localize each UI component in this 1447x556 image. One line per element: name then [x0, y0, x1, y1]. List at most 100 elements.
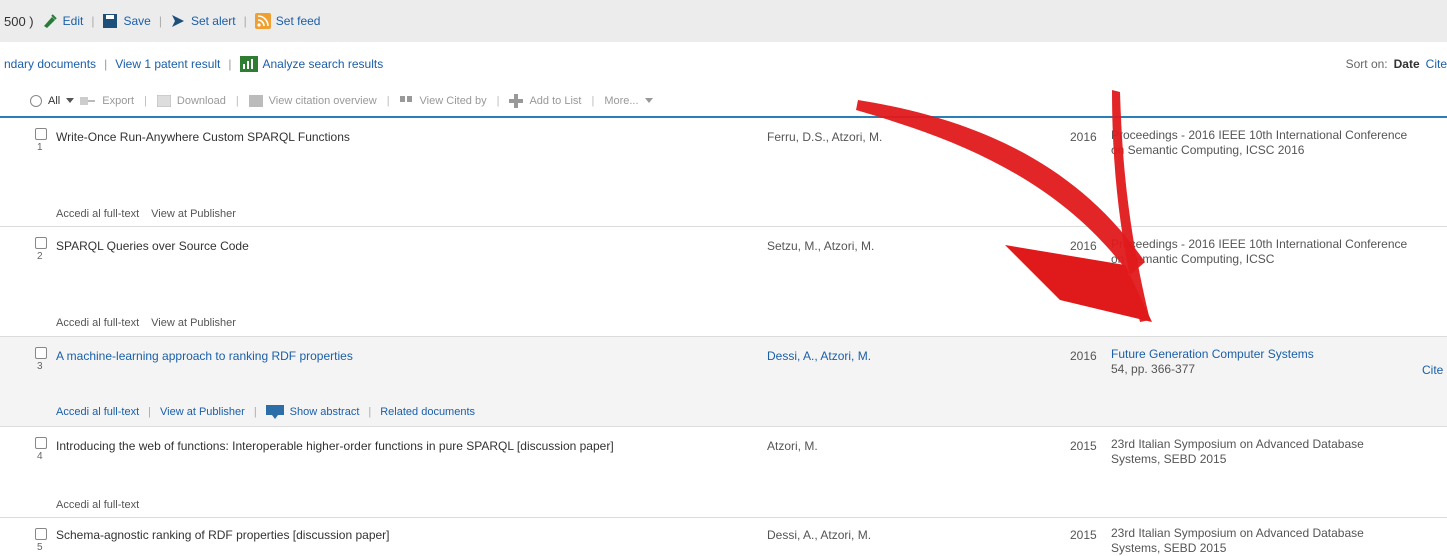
sort-label: Sort on: [1345, 57, 1388, 71]
analyze-icon [239, 56, 258, 72]
result-number: 4 [37, 451, 43, 462]
separator: | [368, 406, 372, 418]
rss-feed-icon [254, 13, 271, 29]
result-number: 2 [37, 251, 43, 262]
set-alert-button[interactable]: Set alert [170, 13, 236, 29]
result-title[interactable]: Introducing the web of functions: Intero… [56, 439, 614, 453]
separator: | [104, 57, 108, 71]
show-abstract-link[interactable]: Show abstract [290, 406, 360, 418]
set-feed-button[interactable]: Set feed [254, 13, 321, 29]
sort-option-date[interactable]: Date [1394, 57, 1420, 71]
result-authors[interactable]: Atzori, M. [767, 439, 818, 453]
full-text-link[interactable]: Accedi al full-text [56, 499, 139, 511]
edit-button[interactable]: Edit [42, 13, 84, 29]
result-actions: Accedi al full-text [56, 499, 139, 511]
result-authors[interactable]: Dessi, A., Atzori, M. [767, 349, 871, 363]
result-year: 2015 [1070, 528, 1097, 542]
separator: | [158, 14, 162, 28]
analyze-search-results-button[interactable]: Analyze search results [239, 56, 384, 72]
result-checkbox[interactable] [35, 347, 47, 359]
result-checkbox[interactable] [35, 237, 47, 249]
export-icon [80, 97, 96, 105]
cited-by-icon [399, 96, 412, 102]
view-at-publisher-link[interactable]: View at Publisher [151, 317, 236, 329]
result-number: 3 [37, 361, 43, 372]
citation-overview-icon [248, 95, 263, 107]
result-actions: Accedi al full-text | View at Publisher … [56, 405, 475, 419]
result-checkbox[interactable] [35, 528, 47, 540]
export-button[interactable]: Export [102, 95, 134, 107]
full-text-link[interactable]: Accedi al full-text [56, 208, 139, 220]
separator: | [235, 95, 239, 107]
result-checkbox[interactable] [35, 437, 47, 449]
result-number: 5 [37, 542, 43, 553]
chevron-down-icon[interactable] [66, 98, 75, 104]
download-icon [156, 95, 171, 107]
select-all-checkbox[interactable] [30, 95, 42, 107]
source-title-link[interactable]: Future Generation Computer Systems [1111, 347, 1411, 362]
result-authors[interactable]: Setzu, M., Atzori, M. [767, 239, 874, 253]
result-year: 2015 [1070, 439, 1097, 453]
save-button[interactable]: Save [102, 13, 151, 29]
separator: | [243, 14, 247, 28]
result-source[interactable]: 23rd Italian Symposium on Advanced Datab… [1111, 526, 1411, 556]
source-detail: 54, pp. 366-377 [1111, 362, 1196, 376]
separator: | [144, 95, 147, 107]
edit-label: Edit [62, 14, 84, 28]
save-icon [103, 14, 118, 28]
show-abstract-icon [265, 405, 284, 419]
edit-icon [43, 14, 57, 28]
result-row: 4 Introducing the web of functions: Inte… [0, 427, 1447, 518]
more-menu[interactable]: More... [604, 95, 638, 107]
result-title[interactable]: Write-Once Run-Anywhere Custom SPARQL Fu… [56, 130, 350, 144]
separator: | [253, 406, 257, 418]
separator: | [91, 14, 95, 28]
result-actions: Accedi al full-text View at Publisher [56, 208, 236, 220]
download-button[interactable]: Download [177, 95, 226, 107]
set-feed-label: Set feed [275, 14, 321, 28]
patent-results-link[interactable]: View 1 patent result [115, 57, 220, 71]
result-source[interactable]: Proceedings - 2016 IEEE 10th Internation… [1111, 128, 1411, 158]
results-toolbar: All Export | Download | View citation ov… [0, 86, 1447, 118]
result-row: 1 Write-Once Run-Anywhere Custom SPARQL … [0, 118, 1447, 227]
result-row: 5 Schema-agnostic ranking of RDF propert… [0, 518, 1447, 556]
separator: | [228, 57, 232, 71]
separator: | [386, 95, 390, 107]
separator: | [148, 406, 152, 418]
related-documents-link[interactable]: Related documents [380, 406, 475, 418]
select-all-label[interactable]: All [48, 95, 60, 107]
result-checkbox[interactable] [35, 128, 47, 140]
set-alert-label: Set alert [190, 14, 236, 28]
add-to-list-icon [509, 94, 524, 108]
view-at-publisher-link[interactable]: View at Publisher [160, 406, 245, 418]
view-citation-overview-button[interactable]: View citation overview [269, 95, 377, 107]
result-authors[interactable]: Ferru, D.S., Atzori, M. [767, 130, 882, 144]
secondary-bar: ndary documents | View 1 patent result |… [0, 42, 1447, 86]
cited-by-link[interactable]: Cite [1422, 363, 1443, 377]
result-row: 3 A machine-learning approach to ranking… [0, 337, 1447, 427]
add-to-list-button[interactable]: Add to List [529, 95, 581, 107]
result-source[interactable]: 23rd Italian Symposium on Advanced Datab… [1111, 437, 1411, 467]
result-source[interactable]: Proceedings - 2016 IEEE 10th Internation… [1111, 237, 1411, 267]
view-at-publisher-link[interactable]: View at Publisher [151, 208, 236, 220]
sort-option-cited[interactable]: Cite [1426, 57, 1447, 71]
full-text-link[interactable]: Accedi al full-text [56, 317, 139, 329]
result-year: 2016 [1070, 349, 1097, 363]
full-text-link[interactable]: Accedi al full-text [56, 406, 139, 418]
result-title[interactable]: Schema-agnostic ranking of RDF propertie… [56, 528, 390, 542]
result-actions: Accedi al full-text View at Publisher [56, 317, 236, 329]
sort-control: Sort on: Date Cite [1346, 42, 1447, 86]
result-title[interactable]: A machine-learning approach to ranking R… [56, 349, 353, 363]
result-source: Future Generation Computer Systems 54, p… [1111, 347, 1411, 377]
results-count: 500 ) [4, 13, 34, 29]
analyze-label: Analyze search results [262, 57, 384, 71]
result-authors[interactable]: Dessi, A., Atzori, M. [767, 528, 871, 542]
save-label: Save [123, 14, 151, 28]
result-year: 2016 [1070, 130, 1097, 144]
secondary-documents-link[interactable]: ndary documents [4, 57, 96, 71]
result-row: 2 SPARQL Queries over Source Code Setzu,… [0, 227, 1447, 337]
chevron-down-icon[interactable] [644, 98, 653, 104]
view-cited-by-button[interactable]: View Cited by [420, 95, 487, 107]
result-year: 2016 [1070, 239, 1097, 253]
result-title[interactable]: SPARQL Queries over Source Code [56, 239, 249, 253]
